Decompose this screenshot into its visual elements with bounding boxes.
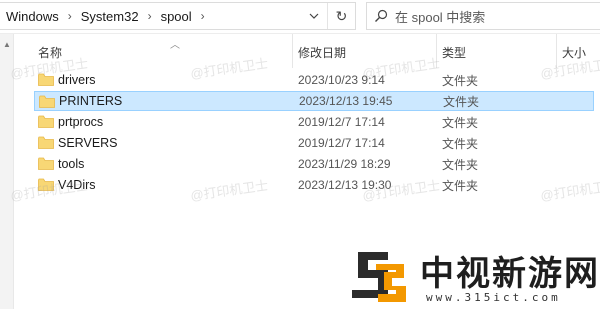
folder-icon	[38, 136, 54, 149]
column-type[interactable]: 类型	[442, 44, 466, 61]
refresh-icon[interactable]: ↻	[327, 3, 355, 29]
search-box[interactable]: 在 spool 中搜索	[366, 2, 600, 30]
file-name: drivers	[58, 73, 96, 87]
file-date: 2019/12/7 17:14	[298, 115, 385, 129]
file-date: 2023/12/13 19:45	[299, 94, 393, 108]
list-item-selected[interactable]: PRINTERS 2023/12/13 19:45 文件夹	[34, 91, 594, 111]
scroll-up-icon[interactable]: ▲	[3, 40, 11, 49]
address-bar[interactable]: Windows › System32 › spool › ↻	[0, 2, 356, 30]
column-divider[interactable]	[292, 34, 293, 68]
folder-icon	[38, 157, 54, 170]
search-input[interactable]: 在 spool 中搜索	[395, 7, 485, 26]
column-divider[interactable]	[556, 34, 557, 68]
file-type: 文件夹	[443, 94, 480, 109]
column-name[interactable]: 名称	[38, 44, 62, 61]
folder-icon	[39, 95, 55, 108]
logo-url: www.315ict.com	[426, 291, 561, 304]
file-type: 文件夹	[442, 157, 479, 172]
file-date: 2023/11/29 18:29	[298, 157, 391, 171]
file-date: 2023/10/23 9:14	[298, 73, 385, 87]
file-name: SERVERS	[58, 136, 118, 150]
column-divider[interactable]	[436, 34, 437, 68]
column-size[interactable]: 大小	[562, 44, 586, 61]
column-header: ︿ 名称 修改日期 类型 大小	[14, 34, 600, 68]
sort-ascending-icon: ︿	[170, 40, 180, 51]
list-item[interactable]: tools 2023/11/29 18:29 文件夹	[34, 154, 594, 174]
folder-icon	[38, 178, 54, 191]
file-type: 文件夹	[442, 115, 479, 130]
folder-icon	[38, 115, 54, 128]
file-name: tools	[58, 157, 85, 171]
breadcrumb-spool[interactable]: spool	[157, 9, 196, 24]
list-item[interactable]: V4Dirs 2023/12/13 19:30 文件夹	[34, 175, 594, 195]
file-name: V4Dirs	[58, 178, 96, 192]
toolbar: Windows › System32 › spool › ↻ 在 spool 中…	[0, 0, 600, 34]
address-dropdown-icon[interactable]	[303, 3, 325, 29]
file-date: 2023/12/13 19:30	[298, 178, 392, 192]
file-name: prtprocs	[58, 115, 104, 129]
file-date: 2019/12/7 17:14	[298, 136, 385, 150]
logo-mark-icon	[352, 252, 406, 302]
file-name: PRINTERS	[59, 94, 123, 108]
list-item[interactable]: drivers 2023/10/23 9:14 文件夹	[34, 70, 594, 90]
file-type: 文件夹	[442, 178, 479, 193]
breadcrumb-system32[interactable]: System32	[77, 9, 143, 24]
folder-icon	[38, 73, 54, 86]
chevron-right-icon[interactable]: ›	[196, 9, 210, 23]
list-item[interactable]: prtprocs 2019/12/7 17:14 文件夹	[34, 112, 594, 132]
column-date[interactable]: 修改日期	[298, 44, 346, 61]
site-logo: 中视新游网 www.315ict.com	[348, 244, 600, 309]
search-icon	[367, 9, 395, 23]
list-item[interactable]: SERVERS 2019/12/7 17:14 文件夹	[34, 133, 594, 153]
breadcrumb-windows[interactable]: Windows	[0, 9, 63, 24]
file-type: 文件夹	[442, 136, 479, 151]
logo-title: 中视新游网	[420, 254, 600, 294]
file-type: 文件夹	[442, 73, 479, 88]
chevron-right-icon[interactable]: ›	[143, 9, 157, 23]
navigation-pane-edge: ▲	[0, 34, 14, 309]
chevron-right-icon[interactable]: ›	[63, 9, 77, 23]
